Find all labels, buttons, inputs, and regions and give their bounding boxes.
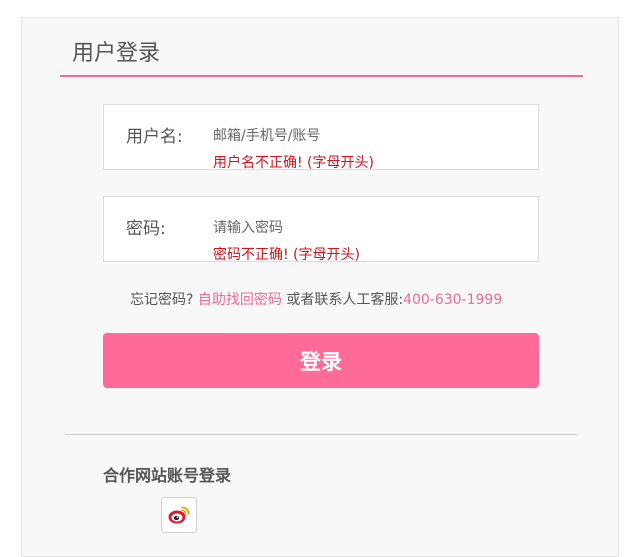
partner-login-title: 合作网站账号登录 bbox=[103, 466, 232, 485]
username-label: 用户名: bbox=[126, 127, 183, 147]
weibo-login-button[interactable] bbox=[161, 497, 197, 533]
section-divider bbox=[65, 434, 578, 435]
username-error: 用户名不正确! (字母开头) bbox=[213, 155, 374, 171]
password-input[interactable] bbox=[213, 215, 513, 241]
login-button[interactable]: 登录 bbox=[103, 333, 539, 388]
forgot-password-text: 忘记密码? bbox=[130, 292, 194, 308]
password-label: 密码: bbox=[126, 219, 166, 239]
contact-support-text: 或者联系人工客服: bbox=[286, 292, 404, 308]
page-title: 用户登录 bbox=[72, 41, 161, 66]
username-field: 用户名: 用户名不正确! (字母开头) bbox=[103, 104, 539, 171]
password-field: 密码: 密码不正确! (字母开头) bbox=[103, 196, 539, 263]
login-panel: 用户登录 用户名: 用户名不正确! (字母开头) 密码: 密码不正确! (字母开… bbox=[21, 17, 619, 557]
support-phone-link[interactable]: 400-630-1999 bbox=[403, 292, 502, 308]
password-error: 密码不正确! (字母开头) bbox=[213, 247, 360, 263]
weibo-icon bbox=[168, 506, 190, 524]
username-input[interactable] bbox=[213, 123, 513, 149]
title-underline bbox=[60, 75, 583, 77]
self-service-recovery-link[interactable]: 自助找回密码 bbox=[198, 292, 282, 308]
forgot-password-row: 忘记密码? 自助找回密码 或者联系人工客服:400-630-1999 bbox=[130, 289, 502, 309]
